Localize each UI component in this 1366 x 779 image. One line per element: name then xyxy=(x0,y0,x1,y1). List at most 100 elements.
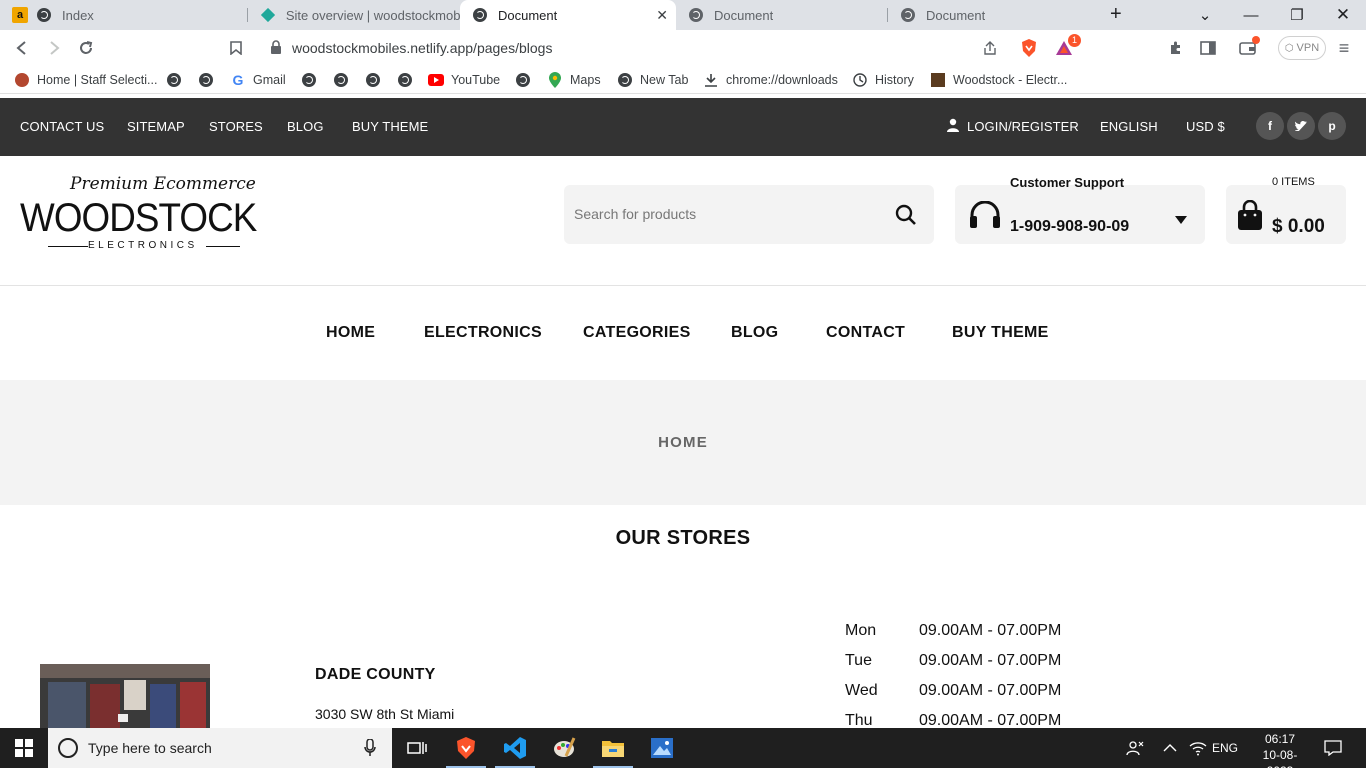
shopping-bag-icon xyxy=(1236,199,1264,237)
reload-button[interactable] xyxy=(74,36,98,60)
url-text: woodstockmobiles.netlify.app/pages/blogs xyxy=(292,40,553,56)
cart-box[interactable]: 0 ITEMS $ 0.00 xyxy=(1226,176,1346,244)
bookmark-label: Home | Staff Selecti... xyxy=(37,73,158,87)
search-icon[interactable] xyxy=(895,204,917,231)
tab-document-active[interactable]: Document ✕ xyxy=(460,0,676,30)
cortana-icon xyxy=(58,738,78,758)
address-bar[interactable]: woodstockmobiles.netlify.app/pages/blogs… xyxy=(258,33,1082,63)
bookmark-woodstock[interactable]: Woodstock - Electr... xyxy=(930,71,1067,89)
pinterest-icon[interactable]: p xyxy=(1318,112,1346,140)
windows-taskbar: Type here to search ENG 06:17 10-08-2023 xyxy=(0,728,1366,778)
menu-icon[interactable]: ≡ xyxy=(1332,36,1356,60)
lock-icon xyxy=(270,40,282,59)
bookmark-globe[interactable] xyxy=(198,71,221,89)
nav-blog[interactable]: BLOG xyxy=(731,324,778,342)
history-icon xyxy=(852,72,868,88)
bookmarks-bar: Home | Staff Selecti... G Gmail YouTube … xyxy=(0,66,1366,94)
bookmark-gmail[interactable]: G Gmail xyxy=(230,71,286,89)
minimize-button[interactable]: — xyxy=(1228,0,1274,30)
nav-buy-theme[interactable]: BUY THEME xyxy=(952,324,1049,342)
woodstock-logo[interactable]: Premium Ecommerce WOODSTOCK ELECTRONICS xyxy=(20,174,270,254)
bookmark-label: New Tab xyxy=(640,73,689,87)
google-icon: G xyxy=(232,72,244,88)
twitter-icon[interactable] xyxy=(1287,112,1315,140)
close-tab-icon[interactable]: ✕ xyxy=(656,7,668,24)
nav-categories[interactable]: CATEGORIES xyxy=(583,324,691,342)
globe-icon xyxy=(617,72,633,88)
customer-support-box[interactable]: Customer Support 1-909-908-90-09 xyxy=(955,175,1205,244)
tab-site-overview[interactable]: Site overview | woodstockmobiles xyxy=(248,0,460,30)
show-hidden-icons-chevron-icon[interactable] xyxy=(1163,728,1177,768)
topbar-link-sitemap[interactable]: SITEMAP xyxy=(127,119,185,134)
language-indicator[interactable]: ENG xyxy=(1212,728,1238,768)
login-register-link[interactable]: LOGIN/REGISTER xyxy=(967,119,1079,134)
breadcrumb-banner: HOME xyxy=(0,380,1366,505)
new-tab-button[interactable]: + xyxy=(1110,3,1122,26)
task-view-icon[interactable] xyxy=(393,728,441,768)
headphones-icon xyxy=(968,200,1002,234)
bookmark-globe[interactable] xyxy=(365,71,388,89)
taskbar-search-input[interactable]: Type here to search xyxy=(88,740,212,756)
clock[interactable]: 06:17 10-08-2023 xyxy=(1252,731,1308,779)
bookmark-maps[interactable]: Maps xyxy=(547,71,601,89)
bookmark-globe[interactable] xyxy=(397,71,420,89)
bookmark-downloads[interactable]: chrome://downloads xyxy=(703,71,838,89)
vscode-taskbar-icon[interactable] xyxy=(491,728,539,768)
bookmark-globe[interactable] xyxy=(333,71,356,89)
tab-index[interactable]: a Index xyxy=(0,0,248,30)
bookmark-history[interactable]: History xyxy=(852,71,914,89)
close-window-button[interactable]: ✕ xyxy=(1320,0,1366,30)
bookmark-globe[interactable] xyxy=(166,71,189,89)
language-selector[interactable]: ENGLISH xyxy=(1100,119,1158,134)
photos-taskbar-icon[interactable] xyxy=(638,728,686,768)
vpn-button[interactable]: ⬡ VPN xyxy=(1278,36,1326,60)
youtube-icon xyxy=(428,72,444,88)
caret-down-icon[interactable] xyxy=(1175,211,1187,229)
bookmark-icon[interactable] xyxy=(224,36,248,60)
currency-selector[interactable]: USD $ xyxy=(1186,119,1225,134)
brave-shields-icon[interactable] xyxy=(1020,38,1038,63)
globe-icon xyxy=(365,72,381,88)
microphone-icon[interactable] xyxy=(364,738,376,762)
extensions-icon[interactable] xyxy=(1164,36,1188,60)
bookmark-globe[interactable] xyxy=(301,71,324,89)
bookmark-new-tab[interactable]: New Tab xyxy=(617,71,688,89)
topbar-link-stores[interactable]: STORES xyxy=(209,119,263,134)
taskbar-search-box[interactable]: Type here to search xyxy=(48,728,392,768)
topbar-link-blog[interactable]: BLOG xyxy=(287,119,324,134)
maps-pin-icon xyxy=(547,72,563,88)
bookmark-home-staff[interactable]: Home | Staff Selecti... xyxy=(14,71,157,89)
tab-search-chevron-icon[interactable]: ⌄ xyxy=(1182,0,1228,30)
paint-taskbar-icon[interactable] xyxy=(540,728,588,768)
back-button[interactable] xyxy=(10,36,34,60)
main-navigation: HOME ELECTRONICS CATEGORIES BLOG CONTACT… xyxy=(0,286,1366,380)
tab-document[interactable]: Document xyxy=(676,0,888,30)
nav-contact[interactable]: CONTACT xyxy=(826,324,905,342)
emblem-icon xyxy=(14,72,30,88)
wallet-icon[interactable] xyxy=(1236,36,1260,60)
topbar-link-buy-theme[interactable]: BUY THEME xyxy=(352,119,428,134)
bookmark-youtube[interactable]: YouTube xyxy=(428,71,500,89)
nav-home[interactable]: HOME xyxy=(326,324,375,342)
forward-button[interactable] xyxy=(42,36,66,60)
bookmark-globe[interactable] xyxy=(515,71,538,89)
cart-total: $ 0.00 xyxy=(1272,216,1325,237)
search-input[interactable]: Search for products xyxy=(574,206,696,222)
notifications-icon[interactable] xyxy=(1324,728,1342,768)
amazon-icon: a xyxy=(12,7,28,23)
facebook-icon[interactable]: f xyxy=(1256,112,1284,140)
sidebar-icon[interactable] xyxy=(1196,36,1220,60)
wifi-icon[interactable] xyxy=(1189,728,1207,768)
file-explorer-taskbar-icon[interactable] xyxy=(589,728,637,768)
restore-button[interactable]: ❐ xyxy=(1274,0,1320,30)
topbar-link-contact-us[interactable]: CONTACT US xyxy=(20,119,104,134)
search-box[interactable]: Search for products xyxy=(564,185,934,244)
people-icon[interactable] xyxy=(1126,728,1144,768)
start-button[interactable] xyxy=(0,728,48,768)
section-title-our-stores: OUR STORES xyxy=(615,527,751,549)
brave-taskbar-icon[interactable] xyxy=(442,728,490,768)
nav-electronics[interactable]: ELECTRONICS xyxy=(424,324,542,342)
breadcrumb[interactable]: HOME xyxy=(0,434,1366,451)
tab-document[interactable]: Document xyxy=(888,0,1100,30)
share-icon[interactable] xyxy=(982,40,998,61)
